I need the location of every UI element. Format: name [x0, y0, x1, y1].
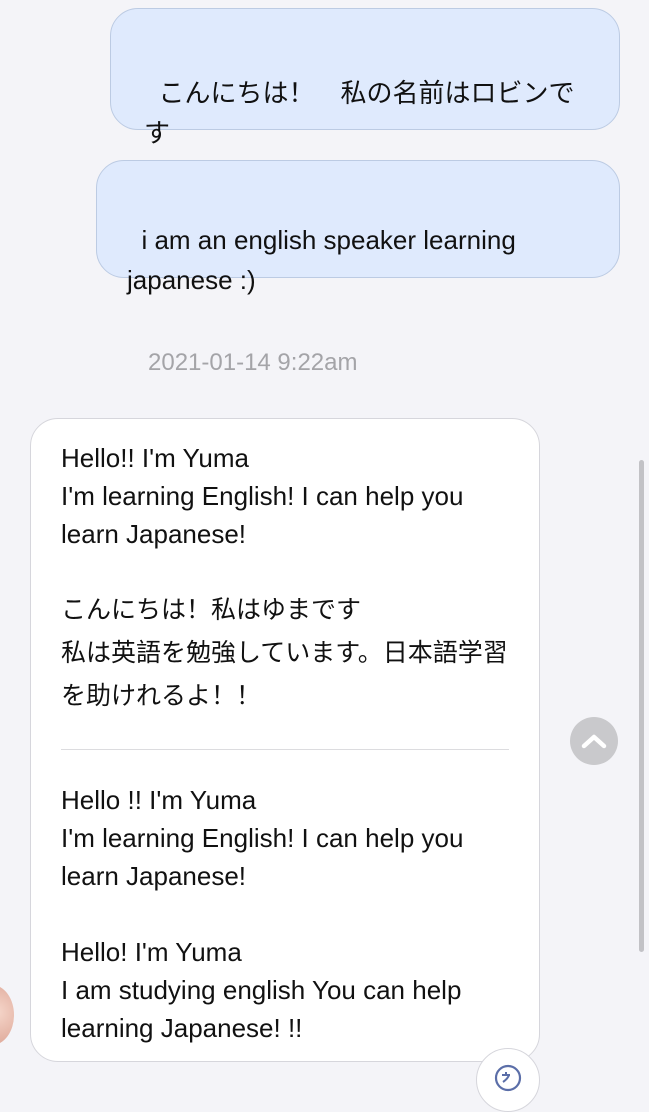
translation-divider — [61, 749, 509, 750]
message-original-english: Hello!! I'm Yuma I'm learning English! I… — [61, 443, 464, 549]
outgoing-message[interactable]: i am an english speaker learning japanes… — [96, 160, 620, 295]
message-text: こんにちは！ 私の名前はロビンです — [144, 78, 575, 148]
outgoing-message[interactable]: こんにちは！ 私の名前はロビンです — [110, 8, 620, 148]
incoming-message[interactable]: Hello!! I'm Yuma I'm learning English! I… — [30, 418, 540, 1062]
chevron-up-icon — [581, 734, 607, 749]
message-text: i am an english speaker learning japanes… — [127, 225, 524, 295]
translate-icon — [494, 1064, 522, 1092]
scroll-up-button[interactable] — [570, 717, 618, 765]
message-timestamp: 2021-01-14 9:22am — [148, 349, 358, 376]
avatar[interactable] — [0, 985, 14, 1045]
translate-button[interactable] — [476, 1048, 540, 1112]
message-original-japanese: こんにちは！私はゆまです 私は英語を勉強しています。日本語学習を助けれるよ！！ — [61, 595, 508, 710]
translation-text: Hello !! I'm Yuma I'm learning English! … — [61, 785, 464, 891]
translation-text: Hello! I'm Yuma I am studying english Yo… — [61, 937, 462, 1043]
scrollbar[interactable] — [639, 460, 644, 952]
